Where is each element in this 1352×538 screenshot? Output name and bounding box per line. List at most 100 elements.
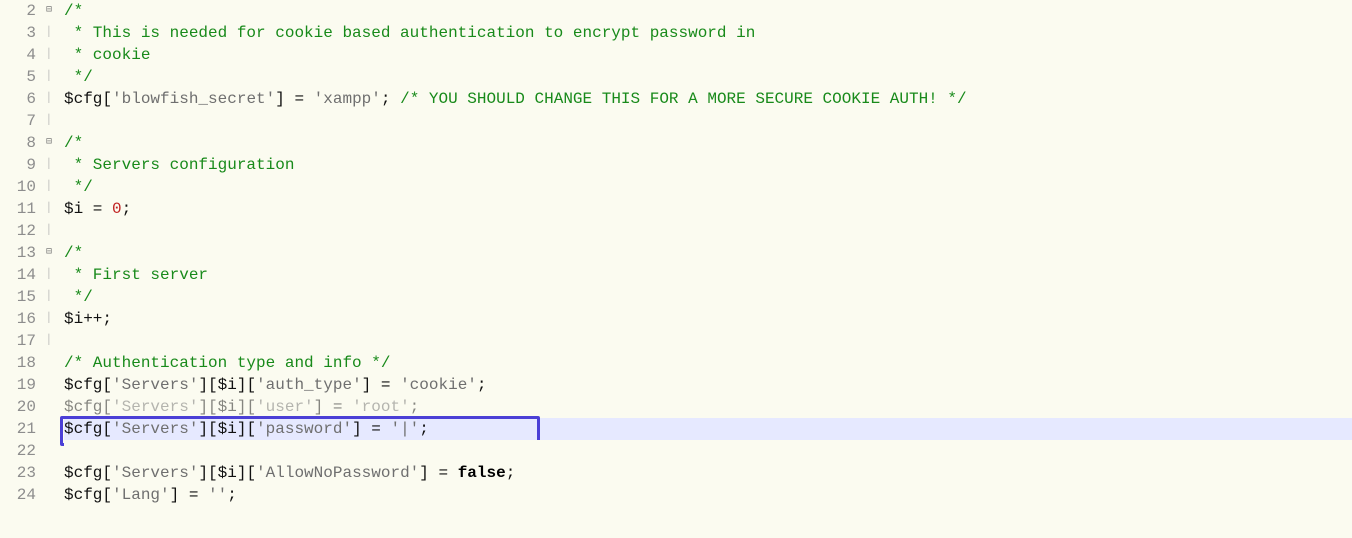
code-token: 'xampp' — [314, 90, 381, 108]
code-line[interactable]: $cfg['Servers'][$i]['user'] = 'root'; — [64, 396, 1352, 418]
code-token: ; — [506, 464, 516, 482]
code-token: ++; — [83, 310, 112, 328]
code-line[interactable]: */ — [64, 176, 1352, 198]
fold-guide-icon — [42, 396, 56, 418]
line-number: 9 — [0, 154, 36, 176]
code-token: 'Servers' — [112, 376, 198, 394]
code-line[interactable]: * First server — [64, 264, 1352, 286]
code-token: '' — [208, 486, 227, 504]
code-token: ][ — [198, 464, 217, 482]
code-line[interactable]: */ — [64, 286, 1352, 308]
line-number: 13 — [0, 242, 36, 264]
code-token: /* — [64, 244, 83, 262]
code-line[interactable]: $cfg['Servers'][$i]['AllowNoPassword'] =… — [64, 462, 1352, 484]
code-token: ][ — [198, 376, 217, 394]
code-line[interactable] — [64, 220, 1352, 242]
code-token: */ — [64, 178, 93, 196]
fold-guide-icon: │ — [42, 220, 56, 242]
code-line[interactable]: $i++; — [64, 308, 1352, 330]
fold-toggle-icon[interactable]: ⊟ — [42, 132, 56, 154]
code-token: = — [83, 200, 112, 218]
line-number: 3 — [0, 22, 36, 44]
code-line[interactable]: $cfg['Servers'][$i]['extension'] = 'mysq… — [64, 440, 1352, 462]
code-token: */ — [64, 68, 93, 86]
line-number: 23 — [0, 462, 36, 484]
line-number: 24 — [0, 484, 36, 506]
code-token: ; — [227, 486, 237, 504]
code-token: 'Servers' — [112, 464, 198, 482]
code-line[interactable]: $cfg['Lang'] = ''; — [64, 484, 1352, 506]
code-line[interactable]: $cfg['blowfish_secret'] = 'xampp'; /* YO… — [64, 88, 1352, 110]
code-token: ] = — [275, 90, 313, 108]
line-number: 14 — [0, 264, 36, 286]
fold-guide-icon — [42, 352, 56, 374]
line-number: 18 — [0, 352, 36, 374]
code-line[interactable]: $i = 0; — [64, 198, 1352, 220]
code-token: * This is needed for cookie based authen… — [64, 24, 755, 42]
code-line[interactable] — [64, 330, 1352, 352]
code-token: ] = — [170, 486, 208, 504]
code-token: $cfg — [64, 376, 102, 394]
line-number: 10 — [0, 176, 36, 198]
line-number: 22 — [0, 440, 36, 462]
line-number: 11 — [0, 198, 36, 220]
fold-guide-icon: │ — [42, 88, 56, 110]
code-line[interactable]: /* — [64, 132, 1352, 154]
code-token: $i — [64, 200, 83, 218]
code-line[interactable]: /* — [64, 242, 1352, 264]
code-token: 'AllowNoPassword' — [256, 464, 419, 482]
code-line[interactable]: * Servers configuration — [64, 154, 1352, 176]
code-token: * Servers configuration — [64, 156, 294, 174]
code-token: $i — [218, 464, 237, 482]
line-number: 12 — [0, 220, 36, 242]
code-line[interactable]: /* Authentication type and info */ — [64, 352, 1352, 374]
code-editor[interactable]: 23456789101112131415161718192021222324 ⊟… — [0, 0, 1352, 506]
code-token: ][ — [237, 398, 256, 416]
code-line[interactable] — [64, 110, 1352, 132]
code-token: /* — [64, 2, 83, 20]
code-token: [ — [102, 376, 112, 394]
code-area[interactable]: /* * This is needed for cookie based aut… — [56, 0, 1352, 506]
line-number: 21 — [0, 418, 36, 440]
fold-gutter[interactable]: ⊟│││││⊟││││⊟││││ — [42, 0, 56, 506]
code-token: $i — [218, 376, 237, 394]
code-token: 'Servers' — [112, 398, 198, 416]
code-token: ][ — [237, 376, 256, 394]
code-token: ][ — [237, 464, 256, 482]
fold-guide-icon: │ — [42, 198, 56, 220]
code-token: 0 — [112, 200, 122, 218]
code-token: 'cookie' — [400, 376, 477, 394]
code-line[interactable]: */ — [64, 66, 1352, 88]
code-token: 'Lang' — [112, 486, 170, 504]
code-token: false — [458, 464, 506, 482]
code-token: * First server — [64, 266, 208, 284]
code-line[interactable]: * cookie — [64, 44, 1352, 66]
code-token: [ — [102, 486, 112, 504]
fold-guide-icon — [42, 418, 56, 440]
code-token: 'root' — [352, 398, 410, 416]
line-number: 19 — [0, 374, 36, 396]
code-token: 'user' — [256, 398, 314, 416]
line-number: 2 — [0, 0, 36, 22]
code-token: $cfg — [64, 486, 102, 504]
code-token: ] = — [419, 464, 457, 482]
code-token: ][ — [198, 398, 217, 416]
fold-guide-icon: │ — [42, 264, 56, 286]
fold-toggle-icon[interactable]: ⊟ — [42, 242, 56, 264]
code-token: * cookie — [64, 46, 150, 64]
line-number: 4 — [0, 44, 36, 66]
fold-toggle-icon[interactable]: ⊟ — [42, 0, 56, 22]
code-line[interactable]: $cfg['Servers'][$i]['auth_type'] = 'cook… — [64, 374, 1352, 396]
line-number: 20 — [0, 396, 36, 418]
fold-guide-icon: │ — [42, 308, 56, 330]
fold-guide-icon — [42, 440, 56, 462]
code-line[interactable]: * This is needed for cookie based authen… — [64, 22, 1352, 44]
code-token: 'blowfish_secret' — [112, 90, 275, 108]
code-token: ; — [477, 376, 487, 394]
line-number: 8 — [0, 132, 36, 154]
fold-guide-icon: │ — [42, 154, 56, 176]
code-token: */ — [64, 288, 93, 306]
code-token: $i — [218, 398, 237, 416]
code-line[interactable]: $cfg['Servers'][$i]['password'] = '|'; — [64, 418, 1352, 440]
code-line[interactable]: /* — [64, 0, 1352, 22]
